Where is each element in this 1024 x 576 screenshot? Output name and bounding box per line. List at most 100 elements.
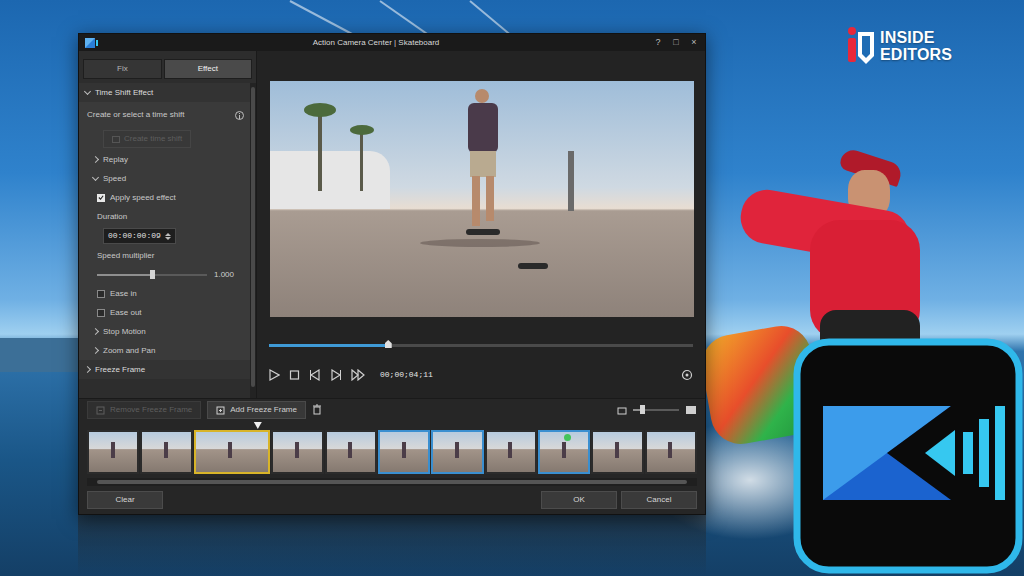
zoom-slider[interactable] <box>633 409 679 411</box>
slider-row: 1.000 <box>79 265 250 284</box>
skater-figure <box>111 442 115 458</box>
checkbox-row[interactable]: Ease out <box>79 303 250 322</box>
duration-field[interactable]: 00:00:00:09 <box>103 228 176 244</box>
window-reflection <box>78 515 706 576</box>
cancel-button[interactable]: Cancel <box>621 491 697 509</box>
section-label: Replay <box>103 154 128 166</box>
frame-thumbnail[interactable] <box>325 430 377 474</box>
fast-forward-icon[interactable] <box>351 369 365 381</box>
filmstrip-scrollbar[interactable] <box>87 478 697 486</box>
skater-figure <box>348 442 352 458</box>
stop-icon[interactable] <box>289 369 300 381</box>
scroll-thumb[interactable] <box>97 480 687 484</box>
checkbox-row[interactable]: Apply speed effect <box>79 188 250 207</box>
info-icon[interactable] <box>235 111 244 120</box>
scrub-bar[interactable] <box>269 344 693 347</box>
frame-thumbnail[interactable] <box>431 430 483 474</box>
brand-icon <box>846 26 876 66</box>
panel-scrollbar[interactable] <box>250 83 256 398</box>
frame-thumbnail[interactable] <box>591 430 643 474</box>
chevron-icon[interactable] <box>84 366 91 373</box>
zoom-knob[interactable] <box>640 405 645 414</box>
subsection-header[interactable]: Speed <box>79 169 250 188</box>
chevron-icon[interactable] <box>92 173 99 180</box>
maximize-button[interactable]: □ <box>671 38 681 47</box>
window-controls: ? □ × <box>653 38 699 47</box>
add-freeze-frame-button[interactable]: Add Freeze Frame <box>207 401 306 419</box>
scroll-thumb[interactable] <box>251 87 255 387</box>
section-header[interactable]: Freeze Frame <box>79 360 250 379</box>
snapshot-icon[interactable] <box>681 369 693 381</box>
chevron-icon[interactable] <box>92 328 99 335</box>
trash-icon[interactable] <box>312 404 322 415</box>
chevron-icon[interactable] <box>92 347 99 354</box>
section-label: Speed <box>103 173 126 185</box>
tab[interactable]: Fix <box>83 59 162 79</box>
shadow <box>420 239 540 247</box>
frame-thumbnail[interactable] <box>194 430 271 474</box>
button-label: Add Freeze Frame <box>230 404 297 416</box>
scrub-fill <box>269 344 388 347</box>
brand-line: INSIDE <box>880 29 952 46</box>
spinner-icon[interactable] <box>165 233 171 240</box>
palm-leaves <box>304 103 336 117</box>
checkbox-row[interactable]: Ease in <box>79 284 250 303</box>
speed-slider[interactable] <box>97 274 207 276</box>
close-button[interactable]: × <box>689 38 699 47</box>
frame-thumbnail[interactable] <box>378 430 430 474</box>
skater-figure <box>228 442 232 458</box>
hint-text: Create or select a time shift <box>87 109 184 121</box>
section-header[interactable]: Time Shift Effect <box>79 83 250 102</box>
button-label: Remove Freeze Frame <box>110 404 192 416</box>
subsection-header[interactable]: Replay <box>79 150 250 169</box>
hint-row: Create or select a time shift <box>79 102 250 128</box>
frame-thumbnail[interactable] <box>271 430 323 474</box>
checkbox-label: Apply speed effect <box>110 192 176 204</box>
zoom-out-icon[interactable] <box>617 406 627 414</box>
slider-fill <box>97 274 152 276</box>
remove-freeze-frame-button[interactable]: Remove Freeze Frame <box>87 401 201 419</box>
slider-knob[interactable] <box>150 270 155 279</box>
next-frame-icon[interactable] <box>330 369 342 381</box>
tab[interactable]: Effect <box>164 59 252 79</box>
title-bar: Action Camera Center | Skateboard?□× <box>79 34 705 51</box>
duration-value[interactable]: 00:00:00:09 <box>108 230 161 242</box>
checkbox[interactable] <box>97 290 105 298</box>
brand-logo: INSIDEEDITORS <box>846 26 952 66</box>
subsection-header[interactable]: Stop Motion <box>79 322 250 341</box>
skater-figure <box>668 442 672 458</box>
frame-thumbnail[interactable] <box>485 430 537 474</box>
ok-button[interactable]: OK <box>541 491 617 509</box>
frame-thumbnail[interactable] <box>538 430 590 474</box>
skater-figure <box>402 442 406 458</box>
chevron-icon[interactable] <box>92 156 99 163</box>
skater-figure <box>562 442 566 458</box>
play-icon[interactable] <box>269 369 280 381</box>
skater-shirt <box>468 103 498 153</box>
playhead-marker[interactable] <box>254 422 262 429</box>
frame-thumbnail[interactable] <box>87 430 139 474</box>
timecode-row: 00:00:00:09 <box>79 226 250 246</box>
video-preview <box>270 81 694 317</box>
scrub-knob[interactable] <box>385 340 392 348</box>
checkbox-label: Ease in <box>110 288 137 300</box>
section-label: Zoom and Pan <box>103 345 155 357</box>
spin-down-icon[interactable] <box>165 237 171 240</box>
app-window: Action Camera Center | Skateboard?□×FixE… <box>78 33 706 515</box>
app-icon <box>85 38 99 48</box>
create-time-shift-button[interactable]: Create time shift <box>103 130 191 148</box>
chevron-icon[interactable] <box>84 87 91 94</box>
palm-leaves <box>350 125 374 135</box>
subsection-header[interactable]: Zoom and Pan <box>79 341 250 360</box>
checkbox[interactable] <box>97 194 105 202</box>
spin-up-icon[interactable] <box>165 233 171 236</box>
checkbox[interactable] <box>97 309 105 317</box>
help-button[interactable]: ? <box>653 38 663 47</box>
frame-thumbnail[interactable] <box>645 430 697 474</box>
footer-bar: Clear OKCancel <box>79 486 705 514</box>
brand-line: EDITORS <box>880 46 952 63</box>
previous-frame-icon[interactable] <box>309 369 321 381</box>
frame-thumbnail[interactable] <box>140 430 192 474</box>
clear-button[interactable]: Clear <box>87 491 163 509</box>
zoom-in-icon[interactable] <box>685 405 697 415</box>
